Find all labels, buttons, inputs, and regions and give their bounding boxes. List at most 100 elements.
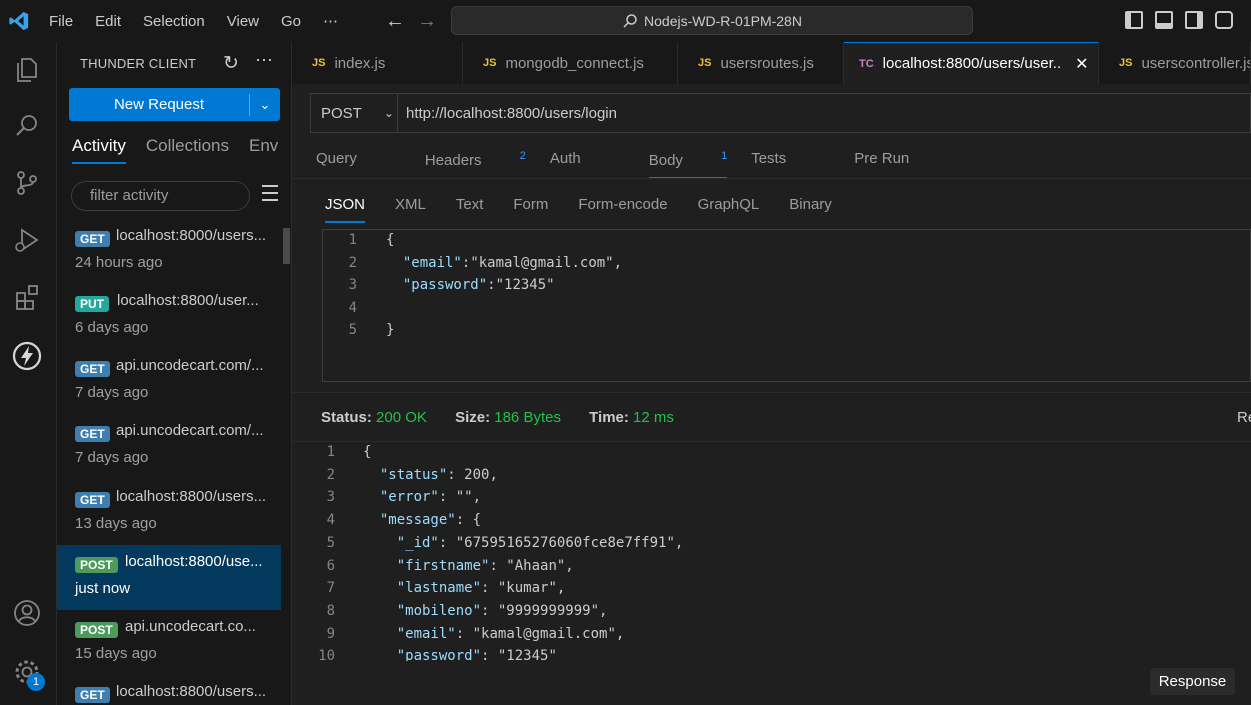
tab-form[interactable]: Form <box>513 196 548 223</box>
code-line: 7 "lastname": "kumar", <box>292 580 566 603</box>
toggle-secondary-sidebar-icon[interactable] <box>1185 11 1203 29</box>
time-value: 12 ms <box>633 409 674 426</box>
response-body: 1{2 "status": 200, 3 "error": "", 4 "messa… <box>292 443 1251 661</box>
response-status-bar: Status: 200 OK Size: 186 Bytes Time: 12 … <box>321 409 698 426</box>
request-time: 15 days ago <box>75 645 157 662</box>
request-time: just now <box>75 580 131 597</box>
tab-label: Auth <box>549 150 581 167</box>
tab-label: Headers <box>424 152 482 169</box>
sidebar-scrollbar[interactable] <box>283 228 290 264</box>
new-request-button[interactable]: New Request ⌄ <box>69 88 280 121</box>
js-file-icon: JS <box>1119 57 1133 69</box>
method-badge: POST <box>75 622 118 638</box>
thunder-client-icon[interactable] <box>10 339 44 373</box>
url-input[interactable]: http://localhost:8800/users/login <box>398 105 617 122</box>
request-url: api.uncodecart.com/... <box>116 422 264 439</box>
tab-graphql[interactable]: GraphQL <box>698 196 760 223</box>
close-icon[interactable]: ✕ <box>1075 54 1088 74</box>
chevron-down-icon[interactable]: ⌄ <box>250 97 280 113</box>
toggle-primary-sidebar-icon[interactable] <box>1125 11 1143 29</box>
sidebar-tabs: Activity Collections Env <box>72 136 278 164</box>
title-bar: File Edit Selection View Go ⋯ ← → Nodejs… <box>0 0 1251 42</box>
menu-file[interactable]: File <box>38 13 84 30</box>
updates-badge: 1 <box>27 673 45 691</box>
divider <box>292 178 1251 179</box>
tab-form-encode[interactable]: Form-encode <box>578 196 667 223</box>
command-center[interactable]: Nodejs-WD-R-01PM-28N <box>451 6 973 35</box>
js-file-icon: JS <box>312 57 326 69</box>
menu-more[interactable]: ⋯ <box>312 12 349 30</box>
tab-collections[interactable]: Collections <box>146 136 229 164</box>
layout-controls <box>1125 11 1233 29</box>
request-url: localhost:8800/users... <box>116 488 267 505</box>
tab-tests[interactable]: Tests <box>751 150 820 179</box>
tab-index-js[interactable]: JS index.js <box>292 42 463 84</box>
search-icon[interactable] <box>10 109 44 143</box>
code-line: 4 "message": { <box>292 512 481 535</box>
divider <box>292 392 1251 393</box>
customize-layout-icon[interactable] <box>1215 11 1233 29</box>
menu-selection[interactable]: Selection <box>132 13 216 30</box>
tab-userscontroller-js[interactable]: JS userscontroller.js <box>1099 42 1251 84</box>
list-item[interactable]: POST api.uncodecart.co... 15 days ago <box>57 610 281 675</box>
forward-arrow-icon[interactable]: → <box>417 10 437 33</box>
list-item[interactable]: GET localhost:8800/users... <box>57 675 281 705</box>
list-item[interactable]: GET api.uncodecart.com/... 7 days ago <box>57 414 281 479</box>
list-item[interactable]: GET api.uncodecart.com/... 7 days ago <box>57 349 281 414</box>
menu-go[interactable]: Go <box>270 13 312 30</box>
request-time: 7 days ago <box>75 384 149 401</box>
line-number: 2 <box>348 254 357 271</box>
divider <box>292 441 1251 442</box>
more-actions-icon[interactable]: ⋯ <box>255 50 274 71</box>
vscode-logo-icon[interactable] <box>8 10 30 32</box>
tab-label: Pre Run <box>854 150 910 167</box>
tab-json[interactable]: JSON <box>325 196 366 223</box>
list-item-selected[interactable]: POST localhost:8800/use... just now <box>57 545 281 610</box>
list-item[interactable]: GET localhost:8000/users... 24 hours ago <box>57 219 281 284</box>
tab-thunder-request[interactable]: TC localhost:8800/users/user.. ✕ <box>844 42 1099 84</box>
size-value: 186 Bytes <box>494 409 561 426</box>
list-item[interactable]: PUT localhost:8800/user... 6 days ago <box>57 284 281 349</box>
filter-activity-input[interactable]: filter activity <box>71 181 250 211</box>
status-label: Status: <box>321 409 372 426</box>
accounts-icon[interactable] <box>10 596 44 630</box>
body-count: 1 <box>721 150 728 162</box>
tab-body[interactable]: Body 1 <box>648 150 728 179</box>
source-control-icon[interactable] <box>10 166 44 200</box>
tab-xml[interactable]: XML <box>395 196 426 223</box>
refresh-icon[interactable]: ↻ <box>223 52 239 75</box>
headers-count: 2 <box>519 150 526 162</box>
back-arrow-icon[interactable]: ← <box>385 10 405 33</box>
tab-text[interactable]: Text <box>456 196 484 223</box>
line-number: 8 <box>326 602 335 619</box>
menu-edit[interactable]: Edit <box>84 13 132 30</box>
request-url: api.uncodecart.co... <box>125 618 256 635</box>
tab-activity[interactable]: Activity <box>72 136 126 164</box>
tab-headers[interactable]: Headers 2 <box>425 150 526 179</box>
tab-env[interactable]: Env <box>249 136 278 164</box>
filter-menu-icon[interactable] <box>262 185 278 206</box>
tab-binary[interactable]: Binary <box>789 196 832 223</box>
code-line: 2 "status": 200, <box>292 467 498 490</box>
request-body-editor[interactable]: 1{2 "email":"kamal@gmail.com", 3 "passwor… <box>322 229 1251 382</box>
tab-query[interactable]: Query <box>316 150 391 179</box>
method-value: POST <box>321 104 362 122</box>
code-text: "password":"12345" <box>402 277 555 293</box>
extensions-icon[interactable] <box>10 280 44 314</box>
menu-view[interactable]: View <box>216 13 270 30</box>
tab-auth[interactable]: Auth <box>550 150 615 179</box>
tab-pre-run[interactable]: Pre Run <box>854 150 943 179</box>
search-icon <box>623 13 637 28</box>
run-debug-icon[interactable] <box>10 223 44 257</box>
response-tab-truncated[interactable]: Re <box>1237 409 1251 426</box>
response-button[interactable]: Response <box>1150 668 1235 695</box>
line-number: 4 <box>326 512 335 529</box>
method-select[interactable]: POST ⌄ <box>311 94 398 132</box>
list-item[interactable]: GET localhost:8800/users... 13 days ago <box>57 480 281 545</box>
tab-usersroutes-js[interactable]: JS usersroutes.js <box>678 42 844 84</box>
tab-mongodb-connect-js[interactable]: JS mongodb_connect.js <box>463 42 678 84</box>
chevron-down-icon: ⌄ <box>383 106 394 120</box>
method-badge: GET <box>75 361 110 377</box>
toggle-panel-icon[interactable] <box>1155 11 1173 29</box>
explorer-icon[interactable] <box>10 52 44 86</box>
